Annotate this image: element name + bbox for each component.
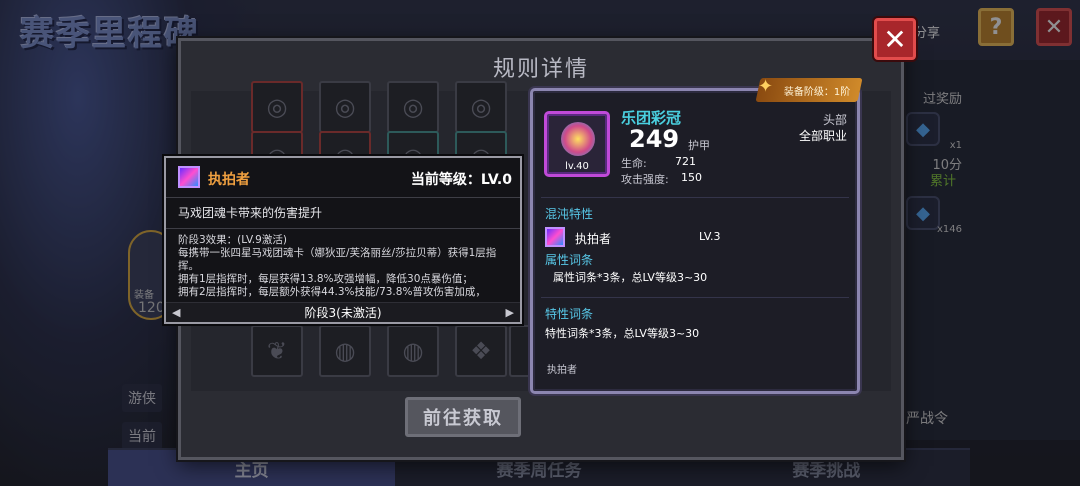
- equipment-slot[interactable]: ◍: [387, 325, 439, 377]
- skill-tooltip: 执拍者 当前等级：LV.0 马戏团魂卡带来的伤害提升 阶段3效果：(LV.9激活…: [164, 156, 522, 324]
- effect-line: 拥有1层指挥时，每层获得13.8%攻强增幅，降低30点暴伤值；: [178, 273, 473, 285]
- dialog-close-button[interactable]: ✕: [874, 18, 916, 60]
- equipment-slot[interactable]: ❦: [251, 325, 303, 377]
- equipment-slot[interactable]: ◎: [251, 81, 303, 133]
- stat-hp: 生命: 721: [621, 155, 696, 171]
- stage-indicator: 阶段3(未激活): [166, 302, 520, 322]
- wing-icon: ✦: [758, 76, 774, 97]
- stat-attack: 攻击强度: 150: [621, 171, 702, 187]
- stat-value: 150: [681, 171, 702, 184]
- stage-badge-text: 装备阶级：1阶: [784, 86, 851, 98]
- equipment-slot[interactable]: ◍: [319, 325, 371, 377]
- divider: [166, 228, 520, 229]
- stat-label: 生命:: [621, 157, 647, 170]
- effect-line: 每携带一张四星马戏团魂卡（娜狄亚/芙洛丽丝/莎拉贝蒂）获得1层指挥。: [178, 247, 497, 272]
- stat-value: 721: [675, 155, 696, 168]
- next-stage-arrow-icon[interactable]: ▶: [506, 306, 514, 319]
- slot-type: 头部: [822, 113, 847, 127]
- trait-title: 特性词条: [545, 307, 594, 321]
- item-frame: lv.40: [544, 111, 610, 177]
- equipment-slot[interactable]: ❖: [455, 325, 507, 377]
- skill-name: 执拍者: [208, 172, 250, 188]
- equipment-card: lv.40 乐团彩冠 249 护甲 生命: 721 攻击强度: 150 头部 全…: [530, 88, 860, 394]
- armor-label: 护甲: [688, 139, 710, 152]
- skill-icon: [545, 227, 565, 247]
- crown-icon: [561, 122, 595, 156]
- trait-text: 特性词条*3条，总LV等级3~30: [545, 327, 700, 340]
- attribute-title: 属性词条: [545, 253, 594, 267]
- skill-icon: [178, 166, 200, 188]
- skill-description: 马戏团魂卡带来的伤害提升: [178, 206, 323, 220]
- skill-effect-text: 阶段3效果：(LV.9激活) 每携带一张四星马戏团魂卡（娜狄亚/芙洛丽丝/莎拉贝…: [178, 234, 514, 302]
- chaos-trait-name: 执拍者: [575, 232, 612, 246]
- attribute-text: 属性词条*3条，总LV等级3~30: [553, 271, 708, 284]
- chaos-trait-level: LV.3: [699, 230, 721, 243]
- divider: [541, 197, 849, 198]
- divider: [541, 297, 849, 298]
- armor-value: 249: [629, 125, 680, 153]
- equipment-slot[interactable]: ◎: [455, 81, 507, 133]
- item-level: lv.40: [565, 161, 589, 172]
- card-footer-text: 执拍者: [547, 365, 577, 376]
- goto-obtain-button[interactable]: 前往获取: [405, 397, 521, 437]
- skill-current-level: 当前等级：LV.0: [410, 172, 512, 188]
- class-type: 全部职业: [798, 129, 847, 143]
- equipment-slot[interactable]: ◎: [319, 81, 371, 133]
- equipment-slot[interactable]: ◎: [387, 81, 439, 133]
- chaos-trait-title: 混沌特性: [545, 207, 594, 221]
- prev-stage-arrow-icon[interactable]: ◀: [172, 306, 180, 319]
- tooltip-header: 执拍者 当前等级：LV.0: [166, 158, 520, 198]
- effect-line: 拥有2层指挥时，每层额外获得44.3%技能/73.8%普攻伤害加成，: [178, 286, 486, 298]
- stage-effect-title: 阶段3效果：(LV.9激活): [178, 234, 287, 246]
- stat-label: 攻击强度:: [621, 173, 669, 186]
